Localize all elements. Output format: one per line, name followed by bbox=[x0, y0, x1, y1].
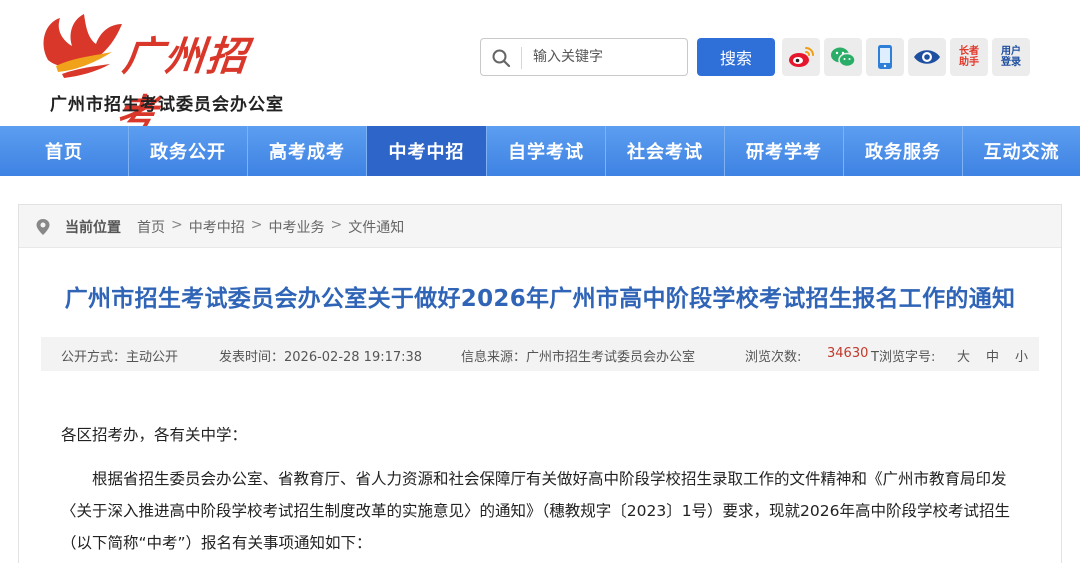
search-button[interactable]: 搜索 bbox=[697, 38, 775, 76]
font-size-medium[interactable]: 中 bbox=[986, 346, 999, 365]
font-size-large[interactable]: 大 bbox=[957, 346, 970, 365]
breadcrumb-item-zhongkao[interactable]: 中考中招 bbox=[189, 217, 245, 237]
user-login-button[interactable]: 用户 登录 bbox=[992, 38, 1030, 76]
nav-item-zhongkao[interactable]: 中考中招 bbox=[367, 126, 487, 176]
logo-wordmark: 广州招考 bbox=[114, 33, 252, 138]
breadcrumb-separator: > bbox=[171, 217, 183, 233]
meta-views-count: 34630 bbox=[827, 346, 869, 361]
weibo-button[interactable] bbox=[782, 38, 820, 76]
search-divider bbox=[521, 47, 522, 69]
nav-item-gov-service[interactable]: 政务服务 bbox=[844, 126, 963, 176]
user-login-label-1: 用户 bbox=[1001, 46, 1021, 57]
elder-assist-label-2: 助手 bbox=[959, 57, 979, 68]
breadcrumb-label: 当前位置 bbox=[65, 220, 121, 236]
elder-assist-button[interactable]: 长者 助手 bbox=[950, 38, 988, 76]
breadcrumb-item-business[interactable]: 中考业务 bbox=[268, 217, 324, 237]
nav-item-social-exam[interactable]: 社会考试 bbox=[606, 126, 725, 176]
breadcrumb: 当前位置 首页 > 中考中招 > 中考业务 > 文件通知 bbox=[19, 205, 1061, 248]
eye-icon bbox=[914, 50, 940, 64]
mobile-button[interactable] bbox=[866, 38, 904, 76]
user-login-label-2: 登录 bbox=[1001, 57, 1021, 68]
nav-item-home[interactable]: 首页 bbox=[0, 126, 129, 176]
article-salutation: 各区招考办，各有关中学： bbox=[61, 426, 248, 444]
site-header: 广州招考 广州市招生考试委员会办公室 搜索 bbox=[0, 0, 1080, 138]
nav-item-interaction[interactable]: 互动交流 bbox=[963, 126, 1080, 176]
article-paragraph: 根据省招生委员会办公室、省教育厅、省人力资源和社会保障厅有关做好高中阶段学校招生… bbox=[61, 470, 1011, 552]
accessibility-button[interactable] bbox=[908, 38, 946, 76]
meta-font-size-label: T浏览字号: bbox=[871, 350, 936, 365]
breadcrumb-item-home[interactable]: 首页 bbox=[137, 217, 165, 237]
flower-logo-icon bbox=[43, 14, 122, 78]
location-pin-icon bbox=[36, 219, 50, 235]
search-box bbox=[480, 38, 688, 76]
nav-item-postgrad[interactable]: 研考学考 bbox=[725, 126, 844, 176]
main-nav: 首页 政务公开 高考成考 中考中招 自学考试 社会考试 研考学考 政务服务 互动… bbox=[0, 126, 1080, 176]
nav-item-gov-affairs[interactable]: 政务公开 bbox=[129, 126, 248, 176]
font-size-small[interactable]: 小 bbox=[1015, 346, 1028, 365]
search-icon bbox=[492, 49, 511, 68]
search-input[interactable] bbox=[533, 43, 681, 71]
elder-assist-label-1: 长者 bbox=[959, 46, 979, 57]
mobile-icon bbox=[878, 45, 892, 69]
breadcrumb-separator: > bbox=[250, 217, 263, 233]
article-body: 各区招考办，各有关中学： 根据省招生委员会办公室、省教育厅、省人力资源和社会保障… bbox=[61, 419, 1025, 563]
breadcrumb-item-notices[interactable]: 文件通知 bbox=[348, 217, 404, 237]
content-panel: 当前位置 首页 > 中考中招 > 中考业务 > 文件通知 广州市招生考试委员会办… bbox=[18, 204, 1062, 563]
wechat-icon bbox=[831, 47, 856, 68]
meta-source: 信息来源：广州市招生考试委员会办公室 bbox=[461, 350, 696, 365]
org-name: 广州市招生考试委员会办公室 bbox=[50, 95, 284, 115]
site-logo[interactable]: 广州招考 广州市招生考试委员会办公室 bbox=[38, 12, 283, 138]
meta-views-label: 浏览次数: bbox=[745, 350, 802, 365]
nav-item-self-study[interactable]: 自学考试 bbox=[487, 126, 606, 176]
wechat-button[interactable] bbox=[824, 38, 862, 76]
weibo-icon bbox=[789, 47, 814, 67]
font-size-switcher: 大 中 小 bbox=[957, 346, 1028, 365]
meta-open-type: 公开方式：主动公开 bbox=[61, 350, 179, 365]
meta-publish-time: 发表时间：2026-02-28 19:17:38 bbox=[219, 350, 423, 365]
breadcrumb-trail: 首页 > 中考中招 > 中考业务 > 文件通知 bbox=[137, 217, 404, 237]
nav-item-gaokao[interactable]: 高考成考 bbox=[248, 126, 367, 176]
breadcrumb-separator: > bbox=[330, 217, 343, 233]
article-meta: 公开方式：主动公开 发表时间：2026-02-28 19:17:38 信息来源：… bbox=[41, 337, 1039, 371]
article-title: 广州市招生考试委员会办公室关于做好2026年广州市高中阶段学校考试招生报名工作的… bbox=[64, 286, 1016, 312]
